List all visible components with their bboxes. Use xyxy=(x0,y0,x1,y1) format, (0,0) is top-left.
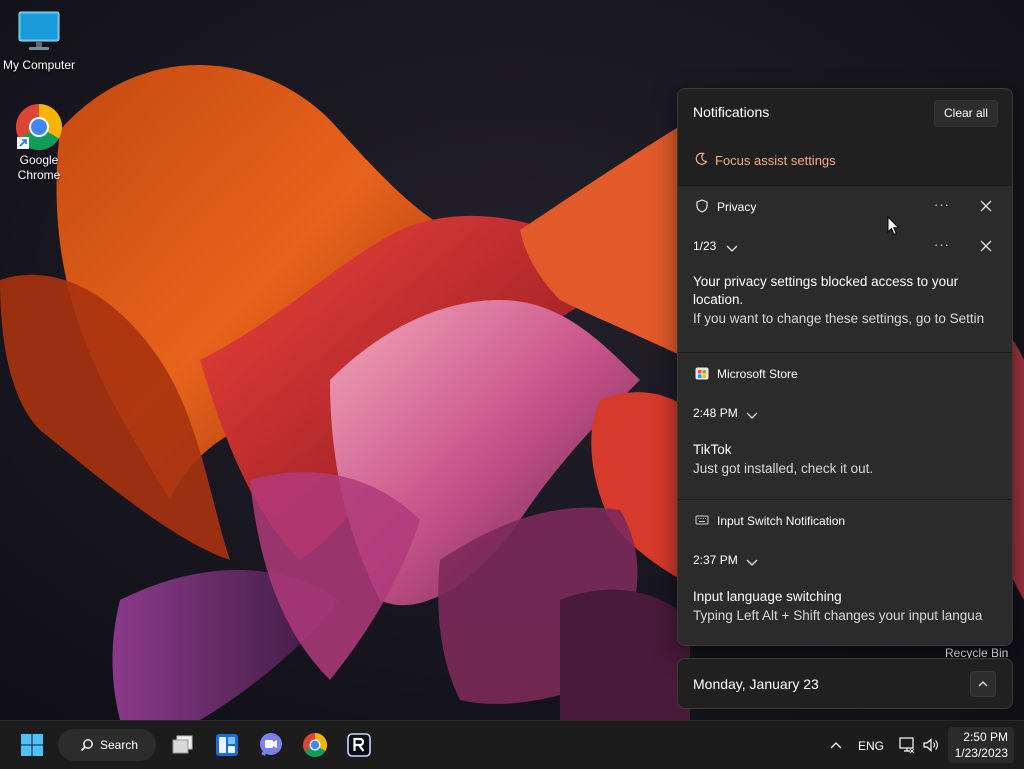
desktop-icon-label: Google Chrome xyxy=(17,153,61,182)
task-view-button[interactable] xyxy=(167,729,199,761)
clear-all-button[interactable]: Clear all xyxy=(933,100,998,127)
focus-assist-settings-link[interactable]: Focus assist settings xyxy=(678,137,1012,185)
search-icon xyxy=(80,738,94,757)
clock-time: 2:50 PM xyxy=(963,730,1008,744)
notification-time: 2:37 PM xyxy=(693,553,738,567)
chrome-icon xyxy=(15,103,63,151)
notification-group-microsoft-store: Microsoft Store 2:48 PM TikTok Just got … xyxy=(678,352,1012,499)
notification-heading: TikTok xyxy=(693,442,732,457)
teams-chat-button[interactable] xyxy=(255,729,287,761)
windows-icon xyxy=(21,734,43,756)
notification-meta-row: 2:37 PM xyxy=(678,540,1012,580)
volume-icon[interactable] xyxy=(922,736,940,759)
calendar-flyout[interactable]: Monday, January 23 xyxy=(677,658,1013,709)
notification-body[interactable]: TikTok Just got installed, check it out. xyxy=(678,433,1012,478)
more-options-button[interactable]: ··· xyxy=(930,235,954,257)
notification-time: 2:48 PM xyxy=(693,406,738,420)
chrome-icon xyxy=(303,733,328,758)
notification-group-header: Privacy ··· xyxy=(678,186,1012,226)
notification-app-name: Input Switch Notification xyxy=(717,514,846,528)
taskbar-chrome-button[interactable] xyxy=(299,729,331,761)
notification-time: 1/23 xyxy=(693,239,717,253)
network-icon[interactable] xyxy=(898,736,916,759)
close-button[interactable] xyxy=(977,195,995,217)
notification-center: Notifications Clear all Focus assist set… xyxy=(677,88,1013,646)
desktop-icon-label: My Computer xyxy=(2,58,76,72)
notification-header: Notifications Clear all xyxy=(678,89,1012,137)
notification-message: Typing Left Alt + Shift changes your inp… xyxy=(693,608,983,623)
chevron-down-icon[interactable] xyxy=(746,408,758,426)
widgets-icon xyxy=(216,734,238,756)
notification-meta-row: 2:48 PM xyxy=(678,393,1012,433)
taskbar-clock[interactable]: 2:50 PM 1/23/2023 xyxy=(948,727,1014,763)
chevron-down-icon[interactable] xyxy=(726,241,738,259)
taskbar-app-r-button[interactable] xyxy=(343,729,375,761)
chevron-up-icon xyxy=(830,742,842,749)
close-icon xyxy=(980,200,992,212)
close-icon xyxy=(980,240,992,252)
chevron-down-icon[interactable] xyxy=(746,555,758,573)
mouse-cursor-icon xyxy=(887,215,900,241)
notification-app-name: Microsoft Store xyxy=(717,367,798,381)
expand-calendar-button[interactable] xyxy=(970,671,996,697)
taskbar-search[interactable]: Search xyxy=(58,729,156,761)
moon-icon xyxy=(694,152,708,171)
desktop-icon-my-computer[interactable]: My Computer xyxy=(0,8,78,73)
notification-title: Notifications xyxy=(693,104,770,120)
calendar-date: Monday, January 23 xyxy=(693,676,819,692)
notification-heading: Your privacy settings blocked access to … xyxy=(693,274,959,307)
notification-group-header: Input Switch Notification xyxy=(678,500,1012,540)
shield-icon xyxy=(695,199,709,213)
task-view-icon xyxy=(172,735,193,754)
search-label: Search xyxy=(100,738,139,752)
store-icon xyxy=(695,366,709,380)
more-options-button[interactable]: ··· xyxy=(930,195,954,217)
desktop-icon-google-chrome[interactable]: Google Chrome xyxy=(0,103,78,183)
notification-body[interactable]: Input language switching Typing Left Alt… xyxy=(678,580,1012,625)
close-button[interactable] xyxy=(977,235,995,257)
chevron-up-icon xyxy=(978,681,988,687)
notification-meta-row: 1/23 ··· xyxy=(678,226,1012,266)
notification-app-name: Privacy xyxy=(717,200,757,214)
notification-group-input-switch: Input Switch Notification 2:37 PM Input … xyxy=(678,499,1012,645)
keyboard-icon xyxy=(695,513,709,527)
taskbar: Search ENG 2:50 PM 1/23/2023 xyxy=(0,720,1024,769)
chat-icon xyxy=(260,733,282,757)
notification-group-privacy: Privacy ··· 1/23 ··· Your privacy settin… xyxy=(678,185,1012,352)
widgets-button[interactable] xyxy=(211,729,243,761)
r-app-icon xyxy=(347,733,371,757)
notification-heading: Input language switching xyxy=(693,589,842,604)
monitor-icon xyxy=(15,8,63,56)
start-button[interactable] xyxy=(16,729,48,761)
focus-assist-label: Focus assist settings xyxy=(715,153,836,168)
input-language-indicator[interactable]: ENG xyxy=(858,739,884,753)
show-hidden-icons-button[interactable] xyxy=(828,737,844,758)
notification-message: If you want to change these settings, go… xyxy=(693,311,985,326)
notification-message: Just got installed, check it out. xyxy=(693,461,874,476)
notification-body[interactable]: Your privacy settings blocked access to … xyxy=(678,266,1012,328)
notification-group-header: Microsoft Store xyxy=(678,353,1012,393)
clock-date: 1/23/2023 xyxy=(954,746,1008,760)
